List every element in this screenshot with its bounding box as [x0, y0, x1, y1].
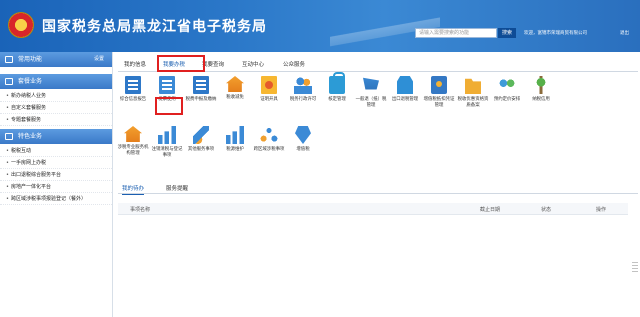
- tax-emblem-icon: [8, 12, 34, 38]
- tile-certificate-issuance[interactable]: 证明开具: [252, 76, 286, 103]
- sidebar-special-business[interactable]: 特色业务: [0, 129, 112, 144]
- cart-icon: [363, 77, 379, 90]
- tab-interaction-center[interactable]: 互动中心: [242, 60, 264, 68]
- tile-tax-credit[interactable]: 纳税信用: [524, 76, 558, 103]
- tab-my-todo[interactable]: 我的待办: [122, 184, 145, 195]
- resize-grip[interactable]: [632, 262, 638, 274]
- bars-icon: [158, 126, 176, 144]
- column-deadline: 截止日期: [480, 207, 501, 213]
- sidebar-settings-link[interactable]: 设置: [94, 52, 104, 67]
- search-input[interactable]: 请输入需要搜索的功能: [415, 28, 497, 38]
- tile-admin-permit[interactable]: 税务行政许可: [286, 76, 320, 103]
- tile-pricing-arrangement[interactable]: 预约定价安排: [490, 76, 524, 103]
- todo-table-header: 事项名称 截止日期 状态 操作: [118, 203, 628, 215]
- column-status: 状态: [541, 207, 552, 213]
- sidebar-item-cross-region[interactable]: 跨区域涉税事项报验登记（餐外）: [0, 193, 112, 205]
- shop-icon: [397, 76, 413, 94]
- tile-preferential-filing[interactable]: 税收优惠资格资质备案: [456, 76, 490, 108]
- tile-deregistration[interactable]: 注销清税与登记事项: [150, 126, 184, 158]
- tile-vat-deduction[interactable]: 增值税抵扣凭证管理: [422, 76, 456, 108]
- tile-assessment-management[interactable]: 核定管理: [320, 72, 354, 103]
- column-action: 操作: [596, 207, 607, 213]
- sidebar-item-custom-package[interactable]: 自定义套餐服务: [0, 102, 112, 114]
- tab-highlight-box: [157, 55, 205, 72]
- sidebar-item-topic-package[interactable]: 专题套餐服务: [0, 114, 112, 126]
- special-icon: [5, 133, 13, 140]
- plant-icon: [533, 76, 549, 94]
- tile-cross-region-matters[interactable]: 跨区域涉税事项: [252, 126, 286, 153]
- welcome-text: 欢迎，富锦市荣瑞商贸有限公司: [524, 31, 587, 36]
- balloon-icon: [498, 76, 516, 94]
- tile-vat[interactable]: 增值税: [286, 126, 320, 153]
- sidebar-item-new-taxpayer[interactable]: 新办纳税人业务: [0, 90, 112, 102]
- tab-query[interactable]: 我要查询: [202, 60, 224, 68]
- nodes-icon: [260, 126, 278, 144]
- sidebar-special-label: 特色业务: [18, 133, 43, 140]
- sidebar-package-label: 套餐业务: [18, 78, 43, 85]
- tile-general-refund[interactable]: 一般退（抵）税管理: [354, 76, 388, 108]
- site-title: 国家税务总局黑龙江省电子税务局: [42, 19, 267, 35]
- sidebar-common-label: 常用功能: [18, 56, 43, 63]
- folder-icon: [465, 78, 481, 94]
- certificate-icon: [261, 76, 277, 94]
- ribbon-icon: [295, 126, 311, 144]
- tile-general-info-report[interactable]: 综合信息报告: [116, 76, 150, 103]
- sidebar-item-real-estate[interactable]: 房地产一体化平台: [0, 181, 112, 193]
- invoice-icon: [159, 76, 175, 94]
- lock-icon: [329, 72, 345, 94]
- package-icon: [5, 78, 13, 85]
- tile-tax-declaration[interactable]: 税费申报及缴纳: [184, 76, 218, 103]
- tab-public-service[interactable]: 公众服务: [283, 60, 305, 68]
- top-header: 国家税务总局黑龙江省电子税务局 请输入需要搜索的功能 搜索 欢迎，富锦市荣瑞商贸…: [0, 0, 640, 52]
- tile-highlight-box: [155, 97, 183, 115]
- tile-tax-agency-management[interactable]: 涉税专业服务机构管理: [116, 126, 150, 156]
- box-icon: [431, 76, 447, 94]
- star-icon: [5, 56, 13, 63]
- people-icon: [294, 76, 312, 94]
- doc-icon: [125, 76, 141, 94]
- todo-tab-bar: 我的待办 服务提醒: [118, 182, 638, 195]
- sidebar-item-export-refund[interactable]: 出口退税综合服务平台: [0, 169, 112, 181]
- tab-service-reminder[interactable]: 服务提醒: [166, 184, 188, 192]
- sidebar: 常用功能 设置 套餐业务 新办纳税人业务 自定义套餐服务 专题套餐服务 特色业务…: [0, 52, 113, 317]
- tile-export-refund[interactable]: 出口退税管理: [388, 76, 422, 103]
- tile-tax-source-maintenance[interactable]: 税源维护: [218, 126, 252, 153]
- sidebar-common-functions[interactable]: 常用功能 设置: [0, 52, 112, 67]
- doc-icon: [193, 76, 209, 94]
- tile-tax-reduction[interactable]: 税收减免: [218, 76, 252, 101]
- pen-icon: [193, 126, 209, 144]
- column-item-name: 事项名称: [130, 207, 151, 213]
- search-button[interactable]: 搜索: [498, 28, 516, 38]
- sidebar-package-business[interactable]: 套餐业务: [0, 74, 112, 89]
- bars-icon: [226, 126, 244, 144]
- sidebar-item-tax-interaction[interactable]: 税税互动: [0, 145, 112, 157]
- tile-other-services[interactable]: 其他服务事项: [184, 126, 218, 153]
- house-icon: [226, 76, 244, 92]
- tab-my-info[interactable]: 我的信息: [124, 60, 146, 68]
- house-icon: [124, 126, 142, 142]
- sidebar-item-first-house[interactable]: 一手房网上办税: [0, 157, 112, 169]
- exit-button[interactable]: 退出: [620, 30, 629, 36]
